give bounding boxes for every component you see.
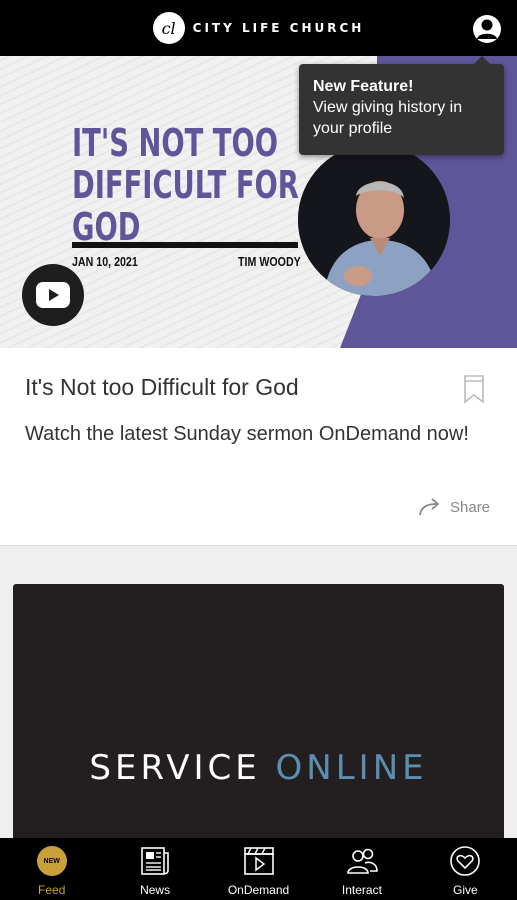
app-screen: cl CITY LIFE CHURCH IT'S NOT TOO DIFFICU… bbox=[0, 0, 517, 900]
service-word: SERVICE bbox=[89, 748, 261, 788]
nav-item-feed[interactable]: NEW Feed bbox=[0, 838, 103, 900]
card-title: It's Not too Difficult for God bbox=[25, 374, 299, 400]
newspaper-icon bbox=[138, 844, 172, 878]
sermon-graphic-title-line: IT'S NOT TOO bbox=[72, 121, 278, 165]
nav-label-interact: Interact bbox=[341, 883, 382, 897]
feed-icon: NEW bbox=[35, 844, 69, 878]
sermon-graphic-title: IT'S NOT TOO DIFFICULT FOR GOD bbox=[72, 122, 302, 248]
heart-icon bbox=[448, 844, 482, 878]
clapperboard-icon bbox=[242, 844, 276, 878]
title-underline bbox=[72, 242, 298, 248]
sermon-card[interactable]: It's Not too Difficult for God Watch the… bbox=[0, 348, 517, 546]
youtube-icon bbox=[36, 282, 70, 308]
brand: cl CITY LIFE CHURCH bbox=[152, 12, 365, 44]
bottom-navigation: NEW Feed News OnDemand Interact Give bbox=[0, 838, 517, 900]
nav-label-give: Give bbox=[452, 883, 478, 897]
new-badge: NEW bbox=[36, 846, 67, 876]
user-icon bbox=[477, 19, 497, 39]
new-feature-tooltip[interactable]: New Feature! View giving history in your… bbox=[299, 56, 504, 155]
nav-item-give[interactable]: Give bbox=[414, 838, 517, 900]
sermon-date: JAN 10, 2021 bbox=[72, 254, 138, 269]
church-logo: cl bbox=[152, 12, 185, 44]
play-video-button[interactable] bbox=[22, 264, 84, 326]
nav-item-ondemand[interactable]: OnDemand bbox=[207, 838, 310, 900]
top-bar: cl CITY LIFE CHURCH bbox=[0, 0, 517, 56]
online-word: ONLINE bbox=[275, 748, 428, 788]
speaker-silhouette-icon bbox=[298, 144, 450, 296]
profile-button[interactable] bbox=[473, 15, 501, 43]
speaker-photo bbox=[298, 144, 450, 296]
bookmark-icon[interactable] bbox=[462, 374, 486, 404]
share-label: Share bbox=[450, 498, 491, 516]
sermon-graphic-title-line: DIFFICULT FOR bbox=[72, 163, 299, 207]
card-description: Watch the latest Sunday sermon OnDemand … bbox=[25, 423, 469, 445]
tooltip-body: View giving history in your profile bbox=[313, 99, 463, 137]
feed: IT'S NOT TOO DIFFICULT FOR GOD JAN 10, 2… bbox=[0, 56, 517, 854]
nav-item-interact[interactable]: Interact bbox=[310, 838, 413, 900]
service-online-card[interactable]: SERVICE ONLINE bbox=[13, 584, 504, 854]
nav-item-news[interactable]: News bbox=[103, 838, 206, 900]
nav-label-ondemand: OnDemand bbox=[227, 883, 290, 897]
nav-label-feed: Feed bbox=[38, 883, 66, 897]
share-arrow-icon bbox=[419, 498, 440, 516]
people-icon bbox=[345, 844, 379, 878]
sermon-speaker: TIM WOODY bbox=[238, 254, 301, 269]
brand-name: CITY LIFE CHURCH bbox=[192, 21, 365, 35]
nav-label-news: News bbox=[140, 883, 171, 897]
service-online-title: SERVICE ONLINE bbox=[13, 748, 504, 788]
share-button[interactable]: Share bbox=[418, 498, 490, 516]
tooltip-title: New Feature! bbox=[313, 78, 414, 95]
